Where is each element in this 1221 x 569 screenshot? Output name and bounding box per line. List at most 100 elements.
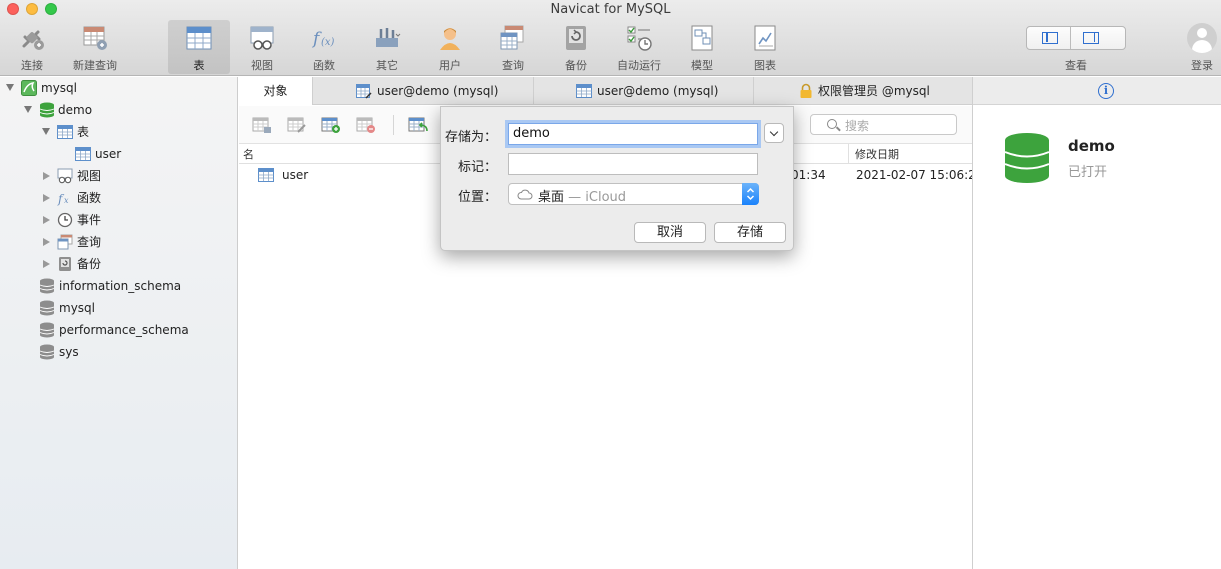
expand-arrow-icon[interactable] bbox=[43, 238, 50, 246]
import-wizard-icon[interactable] bbox=[408, 116, 428, 134]
icloud-icon bbox=[517, 189, 533, 200]
expand-arrow-icon[interactable] bbox=[43, 172, 50, 180]
collapse-arrow-icon[interactable] bbox=[6, 84, 14, 91]
tab-table-editor-1[interactable]: user@demo (mysql) bbox=[312, 77, 533, 105]
save-as-input[interactable]: demo bbox=[508, 123, 758, 145]
info-icon[interactable]: i bbox=[1098, 83, 1114, 99]
toolbar-view-button[interactable]: 视图 bbox=[231, 20, 293, 74]
tree-group-events[interactable]: 事件 bbox=[0, 209, 238, 231]
toolbar-connect-button[interactable]: 连接 bbox=[1, 20, 63, 74]
table-icon bbox=[186, 26, 212, 50]
tree-label: 函数 bbox=[77, 191, 102, 205]
tree-label: mysql bbox=[41, 81, 77, 95]
login-avatar-icon[interactable] bbox=[1187, 23, 1217, 53]
query-icon bbox=[500, 25, 524, 50]
query-icon bbox=[57, 234, 73, 250]
toolbar-chart-button[interactable]: 图表 bbox=[734, 20, 796, 74]
lock-icon bbox=[800, 83, 812, 98]
tree-connection-mysql[interactable]: mysql bbox=[0, 77, 238, 99]
location-stepper[interactable] bbox=[742, 183, 759, 205]
tab-privilege-manager[interactable]: 权限管理员 @mysql bbox=[753, 77, 972, 105]
connection-sidebar: mysql demo 表 user 视图 f x 函数 事件 查询 备份 inf… bbox=[0, 77, 238, 569]
expand-arrow-icon[interactable] bbox=[43, 216, 50, 224]
object-search-input[interactable]: 搜索 bbox=[810, 114, 957, 135]
tree-group-functions[interactable]: f x 函数 bbox=[0, 187, 238, 209]
toolbar-label: 模型 bbox=[691, 59, 713, 72]
toolbar-other-button[interactable]: 其它 bbox=[356, 20, 418, 74]
tab-table-editor-2[interactable]: user@demo (mysql) bbox=[533, 77, 753, 105]
search-placeholder: 搜索 bbox=[845, 119, 870, 133]
expand-dialog-button[interactable] bbox=[764, 123, 784, 143]
tree-label: user bbox=[95, 147, 122, 161]
tree-group-views[interactable]: 视图 bbox=[0, 165, 238, 187]
toolbar-label: 函数 bbox=[313, 59, 335, 72]
toolbar-label: 视图 bbox=[251, 59, 273, 72]
location-sublabel: — iCloud bbox=[568, 190, 627, 205]
window-title: Navicat for MySQL bbox=[550, 2, 671, 17]
tree-table-user[interactable]: user bbox=[0, 143, 238, 165]
automation-icon bbox=[627, 26, 652, 51]
table-icon bbox=[258, 168, 274, 182]
database-closed-icon bbox=[39, 278, 55, 294]
info-panel: i demo 已打开 bbox=[972, 77, 1221, 569]
tree-label: 查询 bbox=[77, 235, 102, 249]
tree-group-backups[interactable]: 备份 bbox=[0, 253, 238, 275]
toolbar-label: 连接 bbox=[21, 59, 43, 72]
cancel-button[interactable]: 取消 bbox=[634, 222, 706, 243]
delete-table-icon[interactable] bbox=[356, 116, 376, 134]
toolbar-new-query-button[interactable]: 新建查询 bbox=[64, 20, 126, 74]
view-toggle[interactable] bbox=[1026, 26, 1126, 50]
object-created-time: 01:34 bbox=[791, 168, 826, 182]
collapse-arrow-icon[interactable] bbox=[24, 106, 32, 113]
clock-icon bbox=[57, 212, 73, 228]
table-icon bbox=[75, 147, 91, 161]
column-header-name[interactable]: 名 bbox=[243, 146, 254, 162]
toolbar-label: 自动运行 bbox=[617, 59, 661, 72]
tags-input[interactable] bbox=[508, 153, 758, 175]
design-table-icon[interactable] bbox=[287, 116, 307, 134]
save-button[interactable]: 存储 bbox=[714, 222, 786, 243]
svg-text:(x): (x) bbox=[321, 37, 335, 48]
save-dialog: 存储为： demo 标记： 位置： 桌面 — iCloud 取消 存储 bbox=[440, 106, 794, 251]
toolbar-model-button[interactable]: 模型 bbox=[671, 20, 733, 74]
search-icon bbox=[827, 119, 837, 129]
toolbar-function-button[interactable]: f (x) 函数 bbox=[293, 20, 355, 74]
open-table-icon[interactable] bbox=[252, 116, 272, 134]
function-icon: f x bbox=[57, 192, 69, 206]
object-name: user bbox=[282, 168, 309, 182]
tree-label: performance_schema bbox=[59, 323, 189, 337]
expand-arrow-icon[interactable] bbox=[43, 194, 50, 202]
tree-group-queries[interactable]: 查询 bbox=[0, 231, 238, 253]
sidebar-toggle-icon[interactable] bbox=[1042, 32, 1058, 44]
object-modified-date: 2021-02-07 15:06:2 bbox=[856, 168, 976, 182]
tree-label: 表 bbox=[77, 125, 90, 139]
location-label: 位置： bbox=[457, 190, 497, 205]
tree-group-tables[interactable]: 表 bbox=[0, 121, 238, 143]
column-header-modified[interactable]: 修改日期 bbox=[855, 146, 899, 162]
toolbar-table-button[interactable]: 表 bbox=[168, 20, 230, 74]
toolbar-backup-button[interactable]: 备份 bbox=[545, 20, 607, 74]
tree-db-sys[interactable]: sys bbox=[0, 341, 238, 363]
model-icon bbox=[691, 25, 713, 51]
new-query-icon bbox=[83, 26, 107, 50]
svg-text:x: x bbox=[64, 196, 69, 205]
tree-db-demo[interactable]: demo bbox=[0, 99, 238, 121]
connect-icon bbox=[22, 30, 44, 50]
database-open-icon bbox=[39, 102, 55, 118]
tab-objects[interactable]: 对象 bbox=[239, 77, 312, 106]
tree-db-mysql[interactable]: mysql bbox=[0, 297, 238, 319]
location-value: 桌面 — iCloud bbox=[538, 186, 626, 205]
tree-db-performance-schema[interactable]: performance_schema bbox=[0, 319, 238, 341]
database-large-icon bbox=[1004, 133, 1050, 183]
login-label: 登录 bbox=[1191, 59, 1213, 72]
tags-label: 标记： bbox=[457, 160, 497, 175]
collapse-arrow-icon[interactable] bbox=[42, 128, 50, 135]
toolbar-user-button[interactable]: 用户 bbox=[419, 20, 481, 74]
toolbar-query-button[interactable]: 查询 bbox=[482, 20, 544, 74]
tree-db-information-schema[interactable]: information_schema bbox=[0, 275, 238, 297]
info-pane-toggle-icon[interactable] bbox=[1083, 32, 1099, 44]
toolbar-automation-button[interactable]: 自动运行 bbox=[608, 20, 670, 74]
expand-arrow-icon[interactable] bbox=[43, 260, 50, 268]
location-select[interactable]: 桌面 — iCloud bbox=[508, 183, 759, 205]
new-table-icon[interactable] bbox=[321, 116, 341, 134]
